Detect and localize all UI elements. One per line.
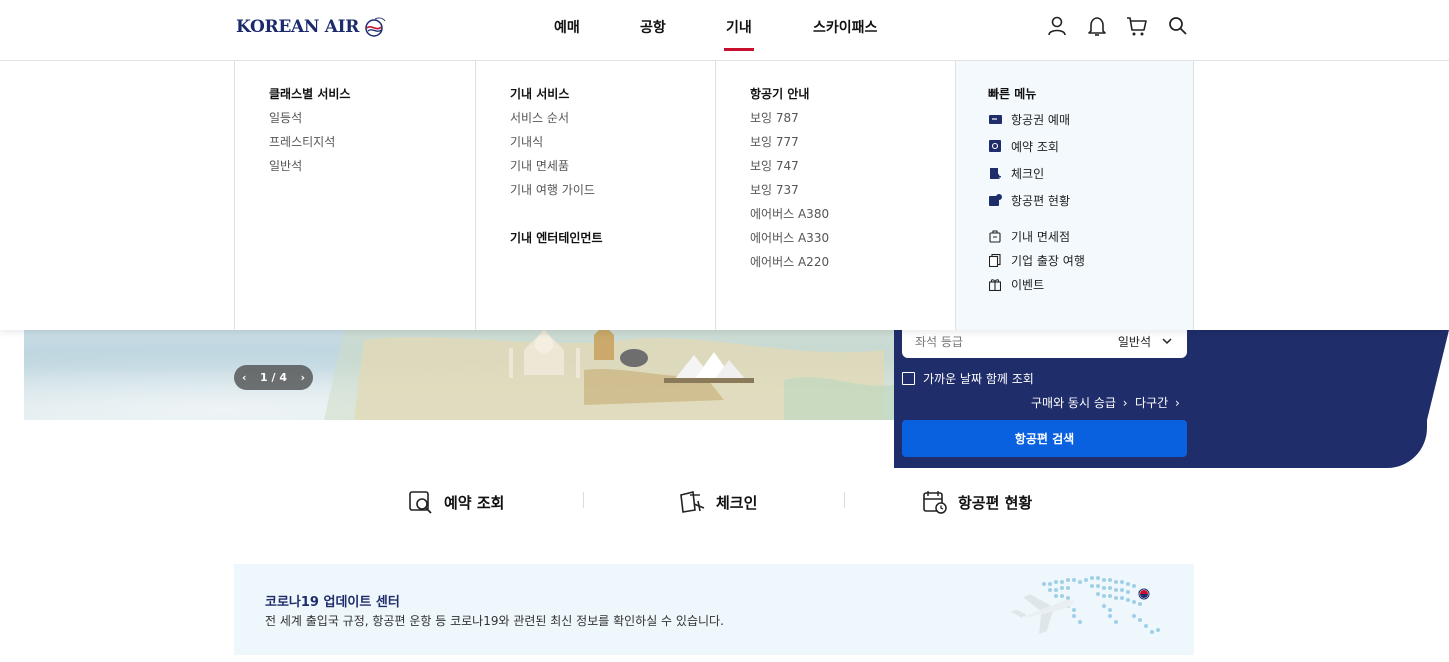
menu-link-b777[interactable]: 보잉 777 [750, 133, 799, 150]
nearby-dates-checkbox[interactable] [902, 372, 915, 385]
quick-menu-event[interactable]: 이벤트 [988, 276, 1044, 292]
quick-menu-corporate-travel[interactable]: 기업 출장 여행 [988, 252, 1085, 268]
upgrade-link-label: 구매와 동시 승급 [1031, 396, 1116, 410]
chevron-right-icon: › [1174, 396, 1180, 410]
covid-title: 코로나19 업데이트 센터 [265, 595, 400, 610]
seat-class-label: 좌석 등급 [915, 335, 963, 349]
menu-heading-entertainment[interactable]: 기내 엔터테인먼트 [510, 229, 603, 246]
menu-heading-inflight-service: 기내 서비스 [510, 87, 570, 101]
search-icon[interactable] [1167, 15, 1189, 37]
quick-action-reservation[interactable]: 예약 조회 [408, 488, 504, 516]
multi-city-link[interactable]: 다구간 › [1135, 394, 1180, 411]
menu-link-economy[interactable]: 일반석 [269, 157, 302, 174]
quick-menu-reservation-label: 예약 조회 [1011, 139, 1059, 154]
menu-link-duty-free[interactable]: 기내 면세품 [510, 157, 569, 174]
quick-menu-flight-status[interactable]: 항공편 현황 [988, 192, 1070, 208]
inflight-mega-menu: 클래스별 서비스 일등석 프레스티지석 일반석 기내 서비스 서비스 순서 기내… [0, 61, 1449, 330]
quick-menu-reservation[interactable]: 예약 조회 [988, 138, 1059, 154]
menu-col-inflight-service: 기내 서비스 서비스 순서 기내식 기내 면세품 기내 여행 가이드 기내 엔터… [475, 61, 715, 330]
quick-menu-duty-free-label: 기내 면세점 [1011, 229, 1071, 244]
world-map-plane-illustration [1010, 576, 1160, 634]
seat-class-select[interactable]: 좌석 등급 일반석 [902, 330, 1187, 358]
quick-action-checkin-label: 체크인 [716, 493, 758, 512]
reservation-search-icon [988, 139, 1002, 153]
divider [583, 492, 584, 508]
quick-menu-flight-status-label: 항공편 현황 [1011, 193, 1071, 208]
document-icon [988, 253, 1002, 267]
menu-heading-aircraft: 항공기 안내 [750, 87, 810, 101]
quick-menu-duty-free[interactable]: 기내 면세점 [988, 228, 1070, 244]
korean-air-logo[interactable]: KOREAN AIR [236, 14, 387, 40]
menu-link-service-order[interactable]: 서비스 순서 [510, 109, 569, 126]
divider [844, 492, 845, 508]
multi-city-link-label: 다구간 [1135, 396, 1169, 410]
checkin-icon [680, 491, 705, 513]
hero-pager: ‹ 1 / 4 › [234, 365, 313, 390]
quick-menu-checkin-label: 체크인 [1011, 166, 1045, 181]
menu-link-a330[interactable]: 에어버스 A330 [750, 229, 829, 246]
reservation-search-icon [409, 491, 432, 514]
menu-col-aircraft: 항공기 안내 보잉 787 보잉 777 보잉 747 보잉 737 에어버스 … [715, 61, 955, 330]
menu-link-travel-guide[interactable]: 기내 여행 가이드 [510, 181, 595, 198]
nav-booking[interactable]: 예매 [554, 17, 580, 37]
upgrade-link[interactable]: 구매와 동시 승급 › [1031, 394, 1128, 411]
covid-update-banner[interactable]: 코로나19 업데이트 센터 전 세계 출입국 규정, 항공편 운항 등 코로나1… [234, 564, 1194, 655]
menu-link-b787[interactable]: 보잉 787 [750, 109, 799, 126]
menu-col-quick-menu: 빠른 메뉴 항공권 예매 예약 조회 체크인 항공편 현황 기내 면세점 기업 … [955, 61, 1194, 330]
quick-action-flight-status[interactable]: 항공편 현황 [922, 488, 1032, 516]
hero-illustration [324, 330, 1024, 420]
cart-icon[interactable] [1126, 15, 1148, 37]
menu-link-inflight-meal[interactable]: 기내식 [510, 133, 543, 150]
nearby-dates-label: 가까운 날짜 함께 조회 [923, 372, 1034, 386]
nav-skypass[interactable]: 스카이패스 [813, 17, 877, 37]
site-header: KOREAN AIR 예매 공항 기내 스카이패스 [0, 0, 1449, 61]
menu-heading-quick-menu: 빠른 메뉴 [988, 87, 1037, 101]
checkin-icon [988, 166, 1002, 180]
quick-menu-corporate-travel-label: 기업 출장 여행 [1011, 253, 1085, 268]
nav-airport[interactable]: 공항 [640, 17, 666, 37]
quick-action-reservation-label: 예약 조회 [444, 493, 505, 512]
seat-class-value: 일반석 [1117, 335, 1151, 349]
pager-next-icon[interactable]: › [300, 371, 305, 384]
quick-menu-checkin[interactable]: 체크인 [988, 165, 1044, 181]
pager-prev-icon[interactable]: ‹ [242, 371, 247, 384]
menu-link-first-class[interactable]: 일등석 [269, 109, 302, 126]
taegeuk-logo-icon [365, 17, 386, 37]
menu-link-b747[interactable]: 보잉 747 [750, 157, 799, 174]
menu-link-a380[interactable]: 에어버스 A380 [750, 205, 829, 222]
bell-icon[interactable] [1086, 15, 1108, 37]
hero-banner [24, 330, 1024, 420]
menu-col-class-service: 클래스별 서비스 일등석 프레스티지석 일반석 [234, 61, 475, 330]
flight-search-button[interactable]: 항공편 검색 [902, 420, 1187, 457]
menu-heading-class-service: 클래스별 서비스 [269, 87, 351, 101]
pager-count: 1 / 4 [260, 371, 287, 384]
menu-link-prestige[interactable]: 프레스티지석 [269, 133, 335, 150]
quick-menu-event-label: 이벤트 [1011, 277, 1045, 292]
quick-action-checkin[interactable]: 체크인 [678, 488, 757, 516]
chevron-right-icon: › [1122, 396, 1128, 410]
logo-text: KOREAN AIR [236, 17, 360, 37]
flight-status-calendar-icon [923, 491, 947, 514]
chevron-down-icon [1162, 338, 1172, 345]
gift-icon [988, 277, 1002, 291]
quick-action-flight-status-label: 항공편 현황 [958, 493, 1033, 512]
booking-panel: 좌석 등급 일반석 가까운 날짜 함께 조회 구매와 동시 승급 › 다구간 ›… [894, 330, 1449, 468]
ticket-icon [988, 112, 1002, 126]
user-icon[interactable] [1046, 15, 1068, 37]
nearby-dates-checkbox-row[interactable]: 가까운 날짜 함께 조회 [902, 370, 1034, 387]
shopping-bag-icon [988, 229, 1002, 243]
nav-inflight[interactable]: 기내 [724, 17, 754, 51]
flight-status-icon [988, 193, 1002, 207]
quick-menu-booking-label: 항공권 예매 [1011, 112, 1071, 127]
covid-description: 전 세계 출입국 규정, 항공편 운항 등 코로나19와 관련된 최신 정보를 … [265, 614, 724, 628]
menu-link-b737[interactable]: 보잉 737 [750, 181, 799, 198]
quick-menu-booking[interactable]: 항공권 예매 [988, 111, 1070, 127]
menu-link-a220[interactable]: 에어버스 A220 [750, 253, 829, 270]
